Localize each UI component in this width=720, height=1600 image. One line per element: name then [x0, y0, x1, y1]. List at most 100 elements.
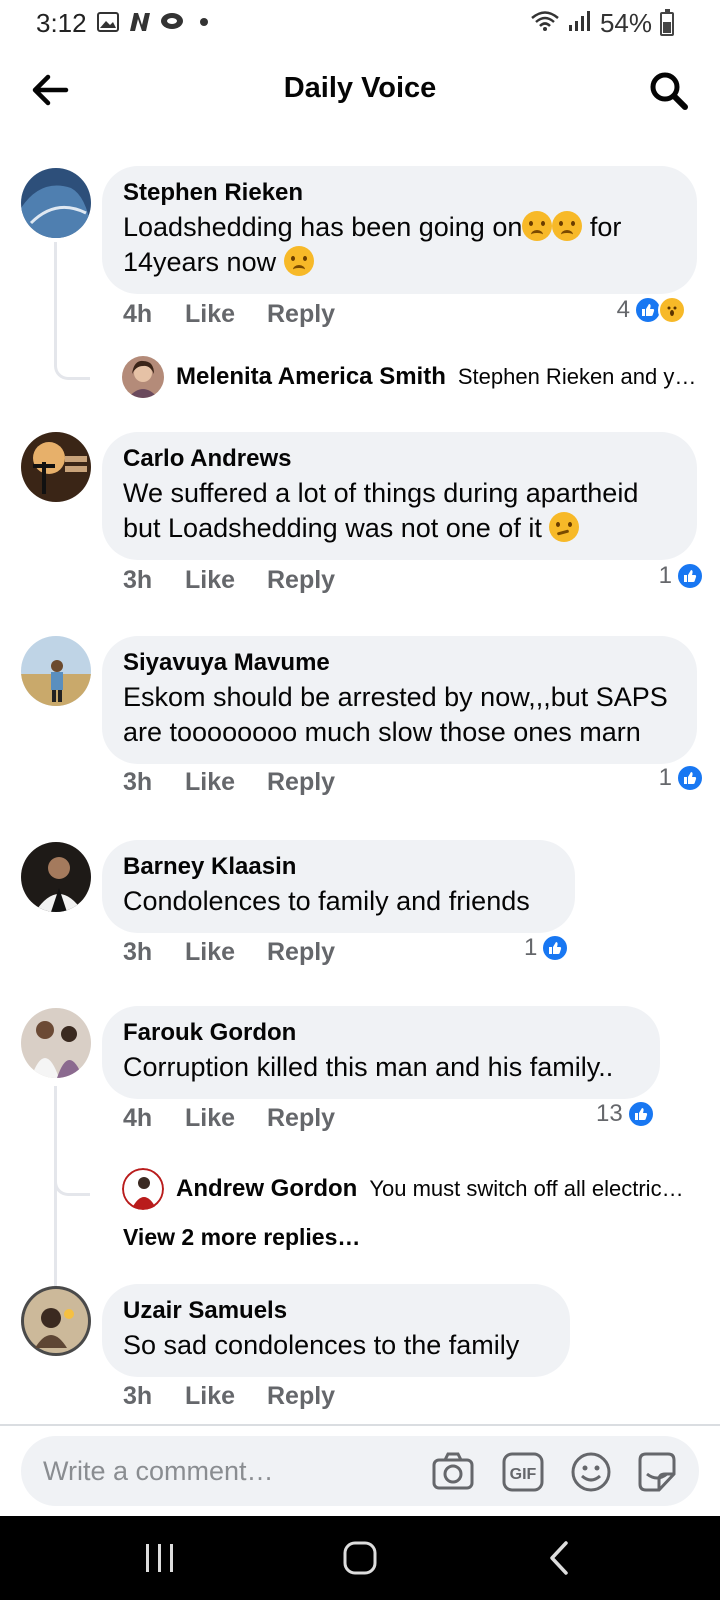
- emoji-icon[interactable]: [569, 1450, 613, 1494]
- comment-text-part: Loadshedding has been going on: [123, 212, 523, 242]
- reaction-summary[interactable]: 4: [617, 296, 686, 324]
- like-button[interactable]: Like: [185, 768, 267, 797]
- comment-text-part: 14years now: [123, 247, 284, 277]
- reply-preview[interactable]: Melenita America Smith Stephen Rieken an…: [122, 356, 702, 398]
- comment-actions: 3h Like Reply: [123, 566, 335, 595]
- thinking-emoji-icon: [549, 512, 580, 542]
- comment-actions: 4h Like Reply: [123, 1104, 335, 1133]
- avatar[interactable]: [21, 432, 91, 502]
- thumbs-up-icon: [541, 934, 570, 962]
- comment-actions: 3h Like Reply: [123, 768, 335, 797]
- comment-bubble[interactable]: Farouk Gordon Corruption killed this man…: [102, 1006, 660, 1099]
- home-icon: [343, 1541, 377, 1575]
- comment-actions: 3h Like Reply: [123, 1382, 335, 1411]
- avatar[interactable]: [122, 356, 164, 398]
- comment-author[interactable]: Stephen Rieken: [123, 178, 675, 208]
- comment-time[interactable]: 4h: [123, 1104, 185, 1133]
- avatar[interactable]: [21, 1008, 91, 1078]
- like-button[interactable]: Like: [185, 938, 267, 967]
- thumbs-up-icon: [626, 1100, 655, 1128]
- avatar[interactable]: [21, 168, 91, 238]
- signal-icon: [568, 10, 592, 37]
- status-notification-icons: [96, 10, 216, 34]
- comment-time[interactable]: 3h: [123, 768, 185, 797]
- comment-text: Loadshedding has been going on for 14year…: [123, 210, 675, 280]
- sticker-icon[interactable]: [635, 1450, 679, 1494]
- search-icon: [650, 72, 688, 110]
- comment-time[interactable]: 3h: [123, 566, 185, 595]
- comment-bubble[interactable]: Barney Klaasin Condolences to family and…: [102, 840, 575, 933]
- home-button[interactable]: [340, 1540, 380, 1576]
- back-nav-button[interactable]: [540, 1540, 580, 1576]
- svg-text:GIF: GIF: [510, 1466, 537, 1483]
- battery-fill: [663, 21, 671, 33]
- comment-time[interactable]: 3h: [123, 938, 185, 967]
- avatar[interactable]: [21, 636, 91, 706]
- reply-button[interactable]: Reply: [267, 768, 335, 797]
- search-button[interactable]: [646, 68, 690, 112]
- app-header: Daily Voice: [0, 46, 720, 136]
- angry-emoji-icon: [522, 211, 553, 241]
- chat-app-icon: [160, 10, 184, 34]
- reaction-summary[interactable]: 1: [659, 562, 704, 590]
- comment-input-placeholder: Write a comment…: [43, 1456, 274, 1486]
- comment-actions: 4h Like Reply: [123, 300, 335, 329]
- battery-percent: 54%: [599, 8, 652, 38]
- reply-author[interactable]: Melenita America Smith: [176, 363, 446, 391]
- reaction-summary[interactable]: 1: [524, 934, 570, 962]
- comment-text: Eskom should be arrested by now,,,but SA…: [123, 682, 668, 747]
- wow-reaction-icon: [658, 296, 686, 324]
- reply-button[interactable]: Reply: [267, 566, 335, 595]
- reply-button[interactable]: Reply: [267, 938, 335, 967]
- comment-author[interactable]: Carlo Andrews: [123, 444, 675, 474]
- camera-icon[interactable]: [431, 1450, 475, 1494]
- reply-button[interactable]: Reply: [267, 1382, 335, 1411]
- comment-author[interactable]: Barney Klaasin: [123, 852, 553, 882]
- reply-text: You must switch off all electric…: [369, 1176, 684, 1201]
- comment-bubble[interactable]: Stephen Rieken Loadshedding has been goi…: [102, 166, 697, 294]
- avatar[interactable]: [21, 1286, 91, 1356]
- reply-button[interactable]: Reply: [267, 1104, 335, 1133]
- comment-text: Condolences to family and friends: [123, 886, 530, 916]
- reaction-summary[interactable]: 1: [659, 764, 704, 792]
- notification-dot-icon: [192, 10, 216, 34]
- like-button[interactable]: Like: [185, 1104, 267, 1133]
- reaction-count: 13: [596, 1100, 623, 1127]
- reaction-summary[interactable]: 13: [596, 1100, 655, 1128]
- view-more-replies-link[interactable]: View 2 more replies…: [123, 1224, 360, 1251]
- wifi-icon: [530, 10, 560, 37]
- thread-line: [54, 242, 90, 380]
- comment-author[interactable]: Siyavuya Mavume: [123, 648, 675, 678]
- avatar[interactable]: [21, 842, 91, 912]
- comment-time[interactable]: 4h: [123, 300, 185, 329]
- comment-text: We suffered a lot of things during apart…: [123, 476, 675, 546]
- comment-text: So sad condolences to the family: [123, 1330, 520, 1360]
- comment-author[interactable]: Uzair Samuels: [123, 1296, 548, 1326]
- like-button[interactable]: Like: [185, 566, 267, 595]
- reply-preview[interactable]: Andrew Gordon You must switch off all el…: [122, 1168, 702, 1210]
- thumbs-up-icon: [676, 764, 704, 792]
- recent-apps-icon: [146, 1544, 173, 1572]
- system-navigation-bar: [0, 1516, 720, 1600]
- gif-icon[interactable]: GIF: [501, 1450, 545, 1494]
- reply-button[interactable]: Reply: [267, 300, 335, 329]
- reaction-count: 4: [616, 296, 630, 323]
- recent-apps-button[interactable]: [140, 1540, 180, 1576]
- comment-bubble[interactable]: Uzair Samuels So sad condolences to the …: [102, 1284, 570, 1377]
- thread-line: [54, 1086, 90, 1316]
- reply-author[interactable]: Andrew Gordon: [176, 1175, 357, 1203]
- comment-input[interactable]: Write a comment… GIF: [21, 1436, 699, 1506]
- comment-bubble[interactable]: Siyavuya Mavume Eskom should be arrested…: [102, 636, 697, 764]
- angry-emoji-icon: [552, 211, 583, 241]
- comment-bubble[interactable]: Carlo Andrews We suffered a lot of thing…: [102, 432, 697, 560]
- like-button[interactable]: Like: [185, 1382, 267, 1411]
- reaction-count: 1: [658, 562, 672, 589]
- comment-author[interactable]: Farouk Gordon: [123, 1018, 638, 1048]
- avatar[interactable]: [122, 1168, 164, 1210]
- comment-time[interactable]: 3h: [123, 1382, 185, 1411]
- comment-actions: 3h Like Reply: [123, 938, 335, 967]
- angry-emoji-icon: [283, 246, 314, 276]
- reply-text: Stephen Rieken and y…: [457, 364, 697, 389]
- page-title: Daily Voice: [283, 72, 437, 104]
- like-button[interactable]: Like: [185, 300, 267, 329]
